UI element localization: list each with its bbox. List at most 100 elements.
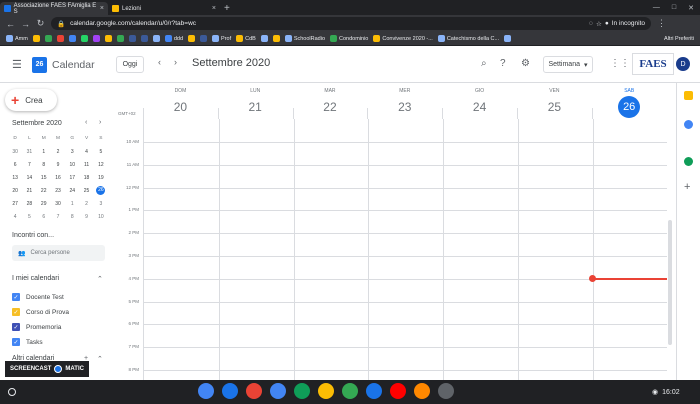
mini-day-cell[interactable]: 13 xyxy=(8,171,22,184)
forward-icon[interactable]: → xyxy=(21,19,30,29)
mini-day-cell[interactable]: 12 xyxy=(94,158,108,171)
day-header[interactable]: VEN 25 xyxy=(517,83,592,115)
mini-day-cell[interactable]: 11 xyxy=(79,158,93,171)
mini-day-cell[interactable]: 5 xyxy=(22,210,36,223)
checkbox-icon[interactable]: ✓ xyxy=(12,323,20,331)
day-header[interactable]: SAB 26 xyxy=(592,83,667,118)
youtube-app-icon[interactable] xyxy=(390,383,406,399)
other-bookmarks-folder[interactable]: Altri Preferiti xyxy=(664,36,700,42)
day-header[interactable]: MER 23 xyxy=(367,83,442,115)
mini-day-cell[interactable]: 7 xyxy=(51,210,65,223)
bookmark-item[interactable]: Catechismo della C... xyxy=(437,35,499,42)
mini-day-cell[interactable]: 27 xyxy=(8,197,22,210)
collapse-chevron-icon[interactable]: ⌃ xyxy=(97,275,103,283)
photos-app-icon[interactable] xyxy=(318,383,334,399)
day-number[interactable]: 21 xyxy=(244,96,266,118)
day-number[interactable]: 26 xyxy=(618,96,641,118)
mini-day-cell[interactable]: 25 xyxy=(79,184,93,197)
browser-menu-icon[interactable]: ⋮ xyxy=(657,18,666,29)
grid-scrollbar[interactable] xyxy=(668,220,672,345)
docs-app-icon[interactable] xyxy=(270,383,286,399)
my-calendars-title[interactable]: I miei calendari xyxy=(12,275,59,282)
bookmark-item[interactable] xyxy=(272,35,280,42)
mini-day-cell[interactable]: 2 xyxy=(51,145,65,158)
checkbox-icon[interactable]: ✓ xyxy=(12,293,20,301)
mini-day-cell[interactable]: 16 xyxy=(51,171,65,184)
back-icon[interactable]: ← xyxy=(6,19,15,29)
launcher-icon[interactable] xyxy=(8,388,16,396)
sheets-app-icon[interactable] xyxy=(294,383,310,399)
vlc-app-icon[interactable] xyxy=(414,383,430,399)
previous-week-icon[interactable]: ‹ xyxy=(158,57,161,67)
screencast-app-icon[interactable] xyxy=(438,383,454,399)
bookmark-item[interactable] xyxy=(188,35,196,42)
mini-day-cell[interactable]: 21 xyxy=(22,184,36,197)
chrome-app-icon[interactable] xyxy=(198,383,214,399)
mini-day-cell[interactable]: 4 xyxy=(8,210,22,223)
checkbox-icon[interactable]: ✓ xyxy=(12,338,20,346)
mini-day-cell[interactable]: 31 xyxy=(22,145,36,158)
star-icon[interactable]: ☆ xyxy=(596,20,602,28)
close-tab-icon[interactable]: × xyxy=(212,5,216,12)
bookmark-item[interactable] xyxy=(140,35,148,42)
mini-day-cell[interactable]: 2 xyxy=(79,197,93,210)
contacts-app-icon[interactable] xyxy=(366,383,382,399)
new-tab-icon[interactable]: + xyxy=(224,2,230,15)
bookmark-item[interactable] xyxy=(68,35,76,42)
bookmark-item[interactable] xyxy=(32,35,40,42)
view-selector[interactable]: Settimana ▾ xyxy=(543,56,593,73)
bookmark-item[interactable]: SchoolRadio xyxy=(284,35,325,42)
keep-icon[interactable] xyxy=(684,91,693,100)
mini-day-cell[interactable]: 10 xyxy=(65,158,79,171)
settings-gear-icon[interactable]: ⚙ xyxy=(521,58,530,69)
mini-next-month-icon[interactable]: › xyxy=(99,119,101,126)
browser-tab-lezioni[interactable]: Lezioni × xyxy=(108,2,220,15)
app-title[interactable]: Calendar xyxy=(52,59,95,71)
help-icon[interactable]: ? xyxy=(500,58,506,69)
mini-day-cell[interactable]: 14 xyxy=(22,171,36,184)
bookmark-item[interactable] xyxy=(260,35,268,42)
bookmark-item[interactable] xyxy=(80,35,88,42)
bookmark-item[interactable] xyxy=(200,35,208,42)
mini-day-cell[interactable]: 4 xyxy=(79,145,93,158)
day-number[interactable]: 22 xyxy=(319,96,341,118)
mini-day-cell[interactable]: 22 xyxy=(37,184,51,197)
create-event-button[interactable]: + Crea xyxy=(5,89,57,111)
mini-day-cell[interactable]: 1 xyxy=(37,145,51,158)
bookmark-item[interactable] xyxy=(104,35,112,42)
calendar-toggle[interactable]: ✓ Corso di Prova xyxy=(12,308,69,316)
day-number[interactable]: 25 xyxy=(543,96,565,118)
mini-day-cell[interactable]: 24 xyxy=(65,184,79,197)
reload-icon[interactable]: ↻ xyxy=(36,18,45,29)
account-avatar[interactable]: D xyxy=(676,57,690,71)
drive-app-icon[interactable] xyxy=(342,383,358,399)
calendar-toggle[interactable]: ✓ Docente Test xyxy=(12,293,64,301)
bookmark-item[interactable]: Condominio xyxy=(330,35,368,42)
mini-day-cell[interactable]: 23 xyxy=(51,184,65,197)
close-tab-icon[interactable]: × xyxy=(100,5,104,12)
tasks-icon[interactable] xyxy=(684,120,693,129)
day-header[interactable]: GIO 24 xyxy=(442,83,517,115)
checkbox-icon[interactable]: ✓ xyxy=(12,308,20,316)
mini-day-cell[interactable]: 3 xyxy=(94,197,108,210)
apps-grid-icon[interactable]: ⋮⋮ xyxy=(610,58,630,69)
bookmark-item[interactable]: Convivenze 2020 -... xyxy=(373,35,433,42)
add-addon-icon[interactable]: + xyxy=(684,181,690,193)
today-button[interactable]: Oggi xyxy=(116,56,144,73)
mini-day-cell[interactable]: 9 xyxy=(51,158,65,171)
bookmark-item[interactable]: Prof xyxy=(212,35,231,42)
day-header[interactable]: MAR 22 xyxy=(293,83,368,115)
gmail-app-icon[interactable] xyxy=(246,383,262,399)
calendar-toggle[interactable]: ✓ Promemoria xyxy=(12,323,61,331)
mini-day-cell[interactable]: 20 xyxy=(8,184,22,197)
mini-day-cell[interactable]: 30 xyxy=(51,197,65,210)
maximize-icon[interactable]: □ xyxy=(672,4,676,11)
bookmark-item[interactable] xyxy=(152,35,160,42)
bookmark-item[interactable] xyxy=(56,35,64,42)
bookmark-item[interactable] xyxy=(44,35,52,42)
bookmark-item[interactable] xyxy=(504,35,512,42)
next-week-icon[interactable]: › xyxy=(174,57,177,67)
address-bar[interactable]: 🔒 calendar.google.com/calendar/u/0/r?tab… xyxy=(51,17,651,30)
mini-day-cell[interactable]: 17 xyxy=(65,171,79,184)
collapse-chevron-icon[interactable]: ⌃ xyxy=(97,355,103,363)
